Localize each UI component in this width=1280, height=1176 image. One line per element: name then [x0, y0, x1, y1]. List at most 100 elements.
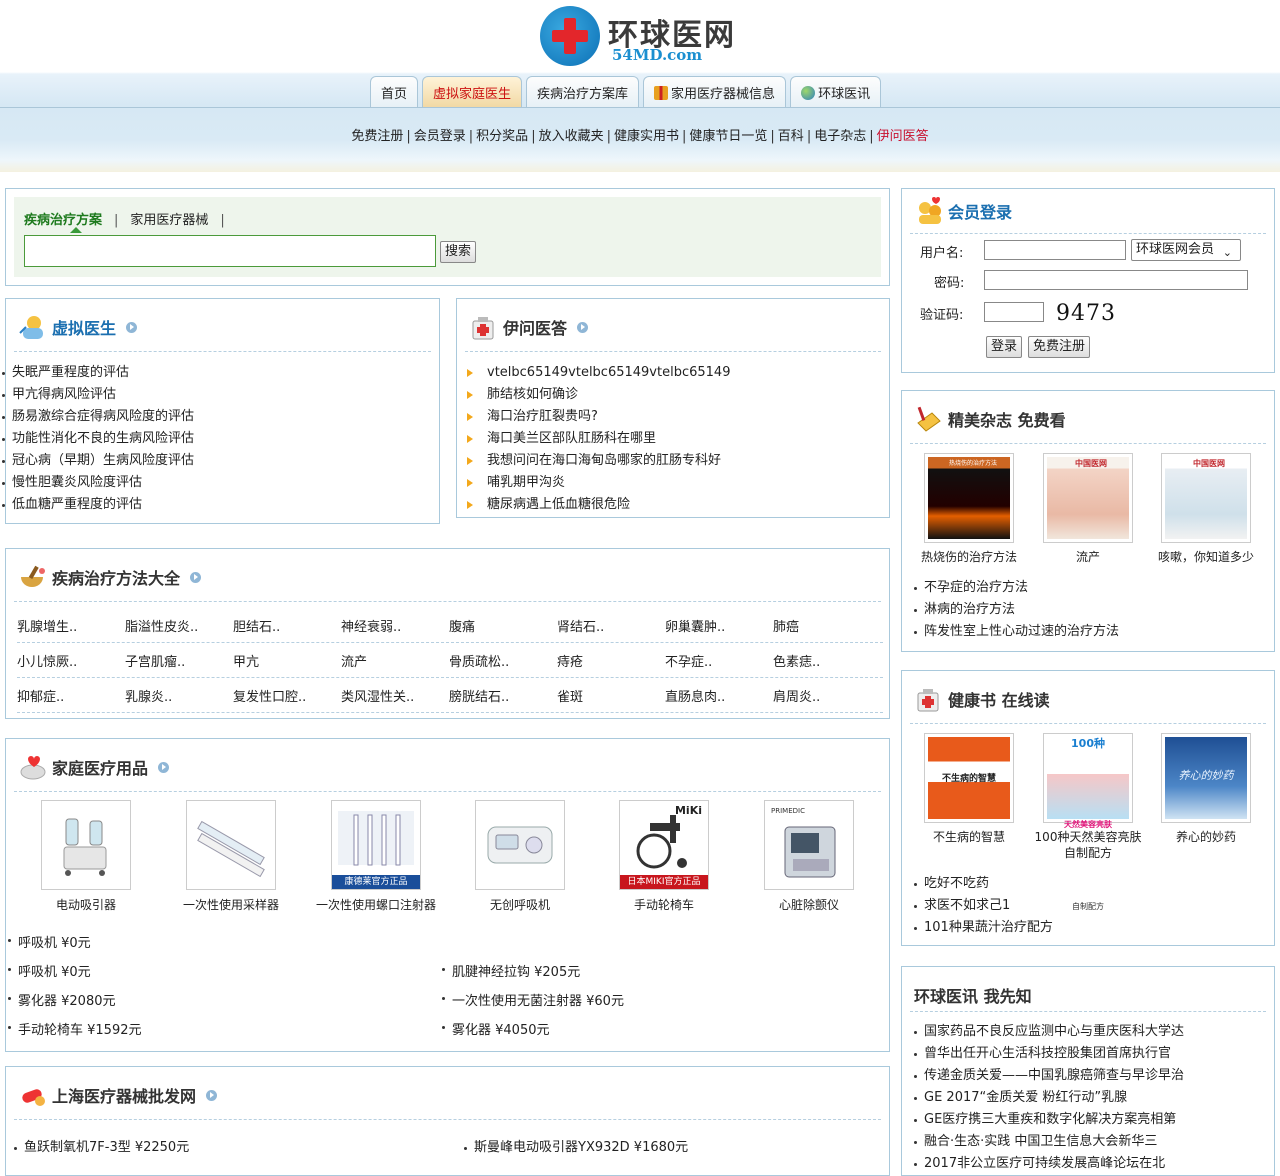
disease-link[interactable]: 胆结石.. — [233, 616, 341, 635]
tab-news[interactable]: 环球医讯 — [790, 76, 882, 108]
list-item[interactable]: 功能性消化不良的生病风险评估 — [2, 428, 194, 450]
disease-link[interactable]: 乳腺增生.. — [17, 616, 125, 635]
magazine-card[interactable]: 中国医网 咳嗽，你知道多少 — [1147, 453, 1265, 565]
product-image[interactable]: MiKi 日本MIKI官方正品 — [619, 800, 709, 890]
member-type-select[interactable]: 环球医网会员 ⌄ — [1131, 239, 1241, 261]
list-item[interactable]: 肺结核如何确诊 — [467, 384, 730, 406]
magazine-card[interactable]: 中国医网 流产 — [1029, 453, 1147, 565]
tab-virtual-doctor[interactable]: 虚拟家庭医生 — [422, 76, 523, 108]
search-tab-disease[interactable]: 疾病治疗方案 — [24, 213, 102, 228]
disease-link[interactable]: 类风湿性关.. — [341, 686, 449, 705]
list-item[interactable]: 甲亢得病风险评估 — [2, 384, 194, 406]
more-arrow-icon[interactable] — [190, 571, 202, 583]
link-points[interactable]: 积分奖品 — [476, 129, 528, 144]
password-input[interactable] — [984, 270, 1248, 290]
list-item[interactable]: GE医疗携三大重疾和数字化解决方案亮相第 — [914, 1109, 1184, 1131]
list-item[interactable]: 传递金质关爱——中国乳腺癌筛查与早诊早治 — [914, 1065, 1184, 1087]
disease-link[interactable]: 肩周炎.. — [773, 686, 881, 705]
magazine-cover[interactable]: 中国医网 — [1161, 453, 1251, 543]
magazine-cover[interactable]: 热烧伤的治疗方法 — [924, 453, 1014, 543]
link-books[interactable]: 健康实用书 — [614, 129, 679, 144]
tab-disease-plans[interactable]: 疾病治疗方案库 — [526, 76, 640, 108]
search-input[interactable] — [24, 235, 436, 267]
list-item[interactable]: 求医不如求己1 — [914, 895, 1053, 917]
disease-link[interactable]: 卵巢囊肿.. — [665, 616, 773, 635]
disease-link[interactable]: 子宫肌瘤.. — [125, 651, 233, 670]
magazines-title[interactable]: 精美杂志 免费看 — [948, 407, 1066, 431]
news-title[interactable]: 环球医讯 我先知 — [914, 983, 1032, 1007]
home-supplies-title[interactable]: 家庭医疗用品 — [52, 755, 148, 779]
disease-link[interactable]: 骨质疏松.. — [449, 651, 557, 670]
product-image[interactable] — [41, 800, 131, 890]
book-cover[interactable]: 养心的妙药 — [1161, 733, 1251, 823]
disease-link[interactable]: 膀胱结石.. — [449, 686, 557, 705]
product-card[interactable]: 电动吸引器 — [14, 800, 158, 913]
book-card[interactable]: 不生病的智慧 不生病的智慧 — [910, 733, 1028, 845]
site-logo[interactable]: 环球医网 54MD.com — [540, 6, 750, 66]
more-arrow-icon[interactable] — [126, 321, 138, 333]
product-image[interactable]: 康德莱官方正品 — [331, 800, 421, 890]
list-item[interactable]: 糖尿病遇上低血糖很危险 — [467, 494, 730, 516]
link-login[interactable]: 会员登录 — [414, 129, 466, 144]
disease-link[interactable]: 甲亢 — [233, 651, 341, 670]
disease-link[interactable]: 脂溢性皮炎.. — [125, 616, 233, 635]
more-arrow-icon[interactable] — [577, 321, 589, 333]
list-item[interactable]: 肠易激综合症得病风险度的评估 — [2, 406, 194, 428]
list-item[interactable]: 失眠严重程度的评估 — [2, 362, 194, 384]
product-image[interactable] — [475, 800, 565, 890]
link-favorite[interactable]: 放入收藏夹 — [539, 129, 604, 144]
magazine-label[interactable]: 热烧伤的治疗方法 — [910, 549, 1028, 565]
product-label[interactable]: 一次性使用螺口注射器 — [304, 896, 448, 913]
product-card[interactable]: PRIMEDIC 心脏除颤仪 — [737, 800, 881, 913]
product-card[interactable]: 一次性使用采样器 — [159, 800, 303, 913]
list-item[interactable]: 我想问问在海口海甸岛哪家的肛肠专科好 — [467, 450, 730, 472]
list-item[interactable]: 慢性胆囊炎风险度评估 — [2, 472, 194, 494]
list-item[interactable]: 斯曼峰电动吸引器YX932D ¥1680元 — [464, 1137, 688, 1159]
list-item[interactable]: 冠心病（早期）生病风险度评估 — [2, 450, 194, 472]
magazine-label[interactable]: 咳嗽，你知道多少 — [1147, 549, 1265, 565]
disease-link[interactable]: 色素痣.. — [773, 651, 881, 670]
list-item[interactable]: 手动轮椅车 ¥1592元 — [8, 1016, 142, 1045]
link-qa[interactable]: 伊问医答 — [877, 129, 929, 144]
product-image[interactable] — [186, 800, 276, 890]
product-label[interactable]: 心脏除颤仪 — [737, 896, 881, 913]
list-item[interactable]: 雾化器 ¥2080元 — [8, 987, 142, 1016]
list-item[interactable]: 呼吸机 ¥0元 — [8, 929, 142, 958]
list-item[interactable]: GE 2017“金质关爱 粉红行动”乳腺 — [914, 1087, 1184, 1109]
disease-link[interactable]: 小儿惊厥.. — [17, 651, 125, 670]
magazine-card[interactable]: 热烧伤的治疗方法 热烧伤的治疗方法 — [910, 453, 1028, 565]
tab-home[interactable]: 首页 — [370, 76, 419, 108]
disease-link[interactable]: 不孕症.. — [665, 651, 773, 670]
username-input[interactable] — [984, 240, 1126, 260]
link-festivals[interactable]: 健康节日一览 — [689, 129, 767, 144]
shanghai-title[interactable]: 上海医疗器械批发网 — [52, 1083, 196, 1107]
list-item[interactable]: 国家药品不良反应监测中心与重庆医科大学达 — [914, 1021, 1184, 1043]
disease-link[interactable]: 神经衰弱.. — [341, 616, 449, 635]
list-item[interactable]: 雾化器 ¥4050元 — [442, 1016, 624, 1045]
disease-link[interactable]: 痔疮 — [557, 651, 665, 670]
virtual-doctor-title[interactable]: 虚拟医生 — [52, 315, 116, 339]
product-label[interactable]: 手动轮椅车 — [592, 896, 736, 913]
list-item[interactable]: 低血糖严重程度的评估 — [2, 494, 194, 516]
captcha-input[interactable] — [984, 302, 1044, 322]
product-label[interactable]: 一次性使用采样器 — [159, 896, 303, 913]
disease-link[interactable]: 肾结石.. — [557, 616, 665, 635]
list-item[interactable]: 鱼跃制氧机7F-3型 ¥2250元 — [14, 1137, 189, 1159]
list-item[interactable]: 呼吸机 ¥0元 — [8, 958, 142, 987]
disease-link[interactable]: 乳腺炎.. — [125, 686, 233, 705]
disease-link[interactable]: 腹痛 — [449, 616, 557, 635]
list-item[interactable]: 淋病的治疗方法 — [914, 599, 1119, 621]
link-wiki[interactable]: 百科 — [778, 129, 804, 144]
search-tab-devices[interactable]: 家用医疗器械 — [130, 213, 208, 228]
list-item[interactable]: 海口治疗肛裂贵吗? — [467, 406, 730, 428]
product-image[interactable]: PRIMEDIC — [764, 800, 854, 890]
book-card[interactable]: 养心的妙药 养心的妙药 — [1147, 733, 1265, 845]
link-register[interactable]: 免费注册 — [351, 129, 403, 144]
book-cover[interactable]: 100种 天然美容亮肤 自制配方 — [1043, 733, 1133, 911]
disease-link[interactable]: 流产 — [341, 651, 449, 670]
product-card[interactable]: MiKi 日本MIKI官方正品 手动轮椅车 — [592, 800, 736, 913]
list-item[interactable]: 一次性使用无菌注射器 ¥60元 — [442, 987, 624, 1016]
disease-link[interactable]: 直肠息肉.. — [665, 686, 773, 705]
login-title[interactable]: 会员登录 — [948, 199, 1012, 223]
tab-home-devices[interactable]: 家用医疗器械信息 — [643, 76, 787, 108]
